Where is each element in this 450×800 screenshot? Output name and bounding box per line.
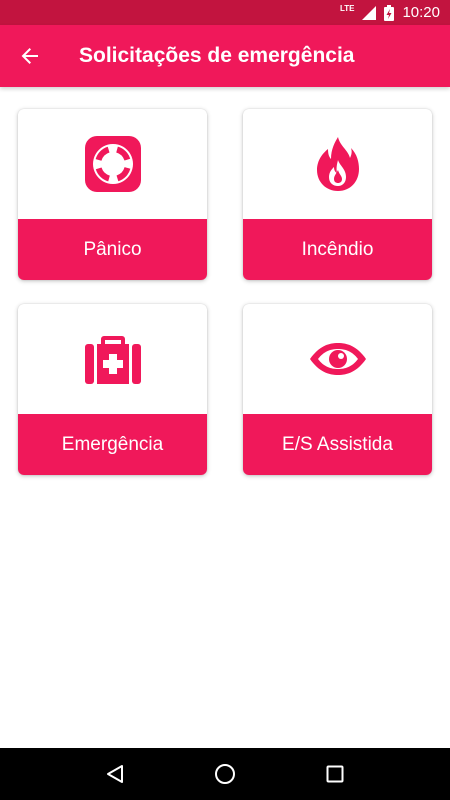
fire-card[interactable]: Incêndio <box>243 109 432 280</box>
arrow-back-icon <box>21 48 38 64</box>
assisted-entry-exit-card-label: E/S Assistida <box>243 414 432 475</box>
app-bar: Solicitações de emergência <box>0 25 450 87</box>
battery-charging-icon <box>384 4 395 21</box>
network-type: LTE <box>339 4 355 13</box>
signal-icon <box>362 5 377 20</box>
back-button[interactable] <box>0 25 60 87</box>
clock: 10:20 <box>402 4 440 21</box>
first-aid-kit-icon <box>84 336 141 384</box>
panic-card[interactable]: Pânico <box>18 109 207 280</box>
nav-recents-button[interactable] <box>315 754 355 794</box>
page-title: Solicitações de emergência <box>79 44 355 67</box>
lifebuoy-icon <box>84 136 141 192</box>
triangle-back-icon <box>107 765 123 783</box>
assisted-entry-exit-card[interactable]: E/S Assistida <box>243 304 432 475</box>
emergency-card-label: Emergência <box>18 414 207 475</box>
eye-icon <box>309 343 366 375</box>
emergency-card[interactable]: Emergência <box>18 304 207 475</box>
circle-home-icon <box>215 764 235 784</box>
fire-icon <box>316 137 359 191</box>
system-navigation-bar <box>0 748 450 800</box>
nav-back-button[interactable] <box>95 754 135 794</box>
fire-card-label: Incêndio <box>243 219 432 280</box>
square-recents-icon <box>326 765 344 783</box>
panic-card-label: Pânico <box>18 219 207 280</box>
status-bar: LTE 10:20 <box>0 0 450 25</box>
nav-home-button[interactable] <box>205 754 245 794</box>
